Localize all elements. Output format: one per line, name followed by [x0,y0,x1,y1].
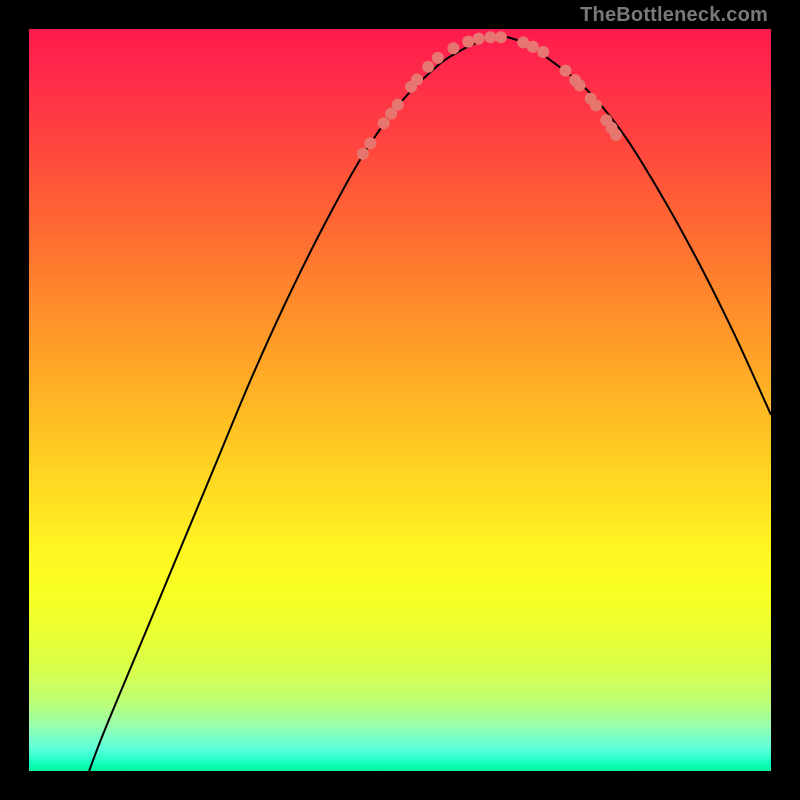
marker-dot [378,117,390,129]
marker-dot [357,148,369,160]
marker-dot [392,99,404,111]
marker-dot [411,74,423,86]
marker-dot [495,31,507,43]
marker-dot [485,31,497,43]
marker-dot [447,42,459,54]
marker-dot [537,46,549,58]
marker-dot [432,52,444,64]
plot-area [29,29,771,771]
marker-dot [590,99,602,111]
marker-dot [462,36,474,48]
marker-dot [560,65,572,77]
chart-container: TheBottleneck.com [0,0,800,800]
marker-dot [527,41,539,53]
marker-dot [473,33,485,45]
marker-dot [422,61,434,73]
bottleneck-curve [81,36,771,794]
curve-layer [29,29,771,771]
watermark: TheBottleneck.com [580,4,768,27]
marker-group [357,31,622,160]
marker-dot [364,137,376,149]
marker-dot [574,79,586,91]
marker-dot [610,129,622,141]
